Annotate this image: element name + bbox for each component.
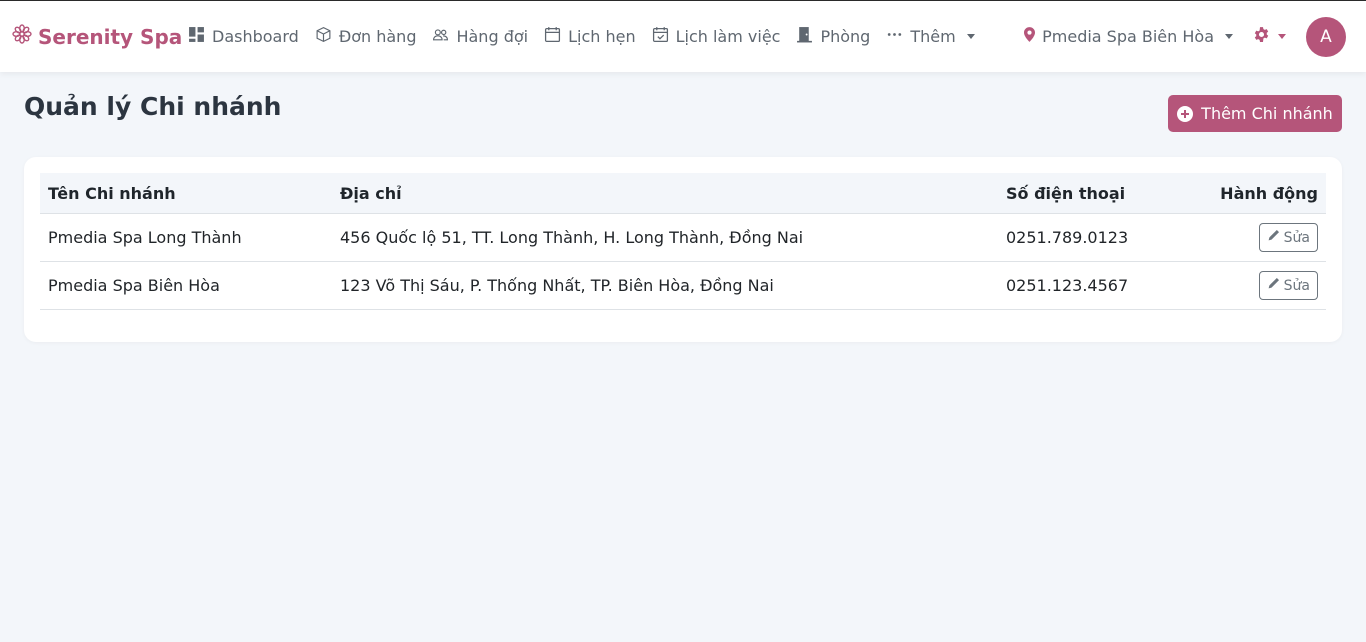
nav-right: Pmedia Spa Biên Hòa A — [1024, 1, 1346, 72]
brand-link[interactable]: Serenity Spa — [12, 1, 182, 72]
nav-label: Phòng — [820, 27, 871, 46]
nav-item-orders[interactable]: Đơn hàng — [315, 26, 417, 47]
brand-name: Serenity Spa — [38, 24, 183, 49]
add-branch-button[interactable]: Thêm Chi nhánh — [1168, 95, 1342, 132]
page-title: Quản lý Chi nhánh — [24, 92, 282, 121]
plus-circle-icon — [1177, 105, 1194, 122]
add-branch-label: Thêm Chi nhánh — [1201, 104, 1333, 123]
location-pin-icon — [1024, 27, 1036, 46]
branch-name-cell: Pmedia Spa Long Thành — [40, 213, 332, 262]
nav-label: Hàng đợi — [456, 27, 529, 46]
edit-button[interactable]: Sửa — [1258, 271, 1318, 300]
calendar-check-icon — [652, 26, 669, 47]
nav-item-more[interactable]: Thêm — [886, 26, 975, 47]
chevron-down-icon — [1278, 34, 1286, 39]
nav-item-rooms[interactable]: Phòng — [796, 26, 870, 47]
header-branch-name: Tên Chi nhánh — [40, 173, 332, 214]
user-avatar[interactable]: A — [1306, 16, 1346, 57]
branch-phone-cell: 0251.123.4567 — [998, 261, 1174, 310]
chevron-down-icon — [966, 34, 975, 39]
dashboard-icon — [188, 26, 205, 47]
door-icon — [796, 26, 813, 47]
branch-actions-cell: Sửa — [1174, 213, 1326, 262]
branch-selector-label: Pmedia Spa Biên Hòa — [1042, 27, 1214, 46]
nav-item-dashboard[interactable]: Dashboard — [188, 26, 299, 47]
nav-item-schedule[interactable]: Lịch làm việc — [652, 26, 781, 47]
header-actions: Hành động — [1174, 173, 1326, 214]
branch-selector[interactable]: Pmedia Spa Biên Hòa — [1024, 27, 1233, 46]
nav-label: Lịch hẹn — [568, 27, 636, 46]
nav-label: Đơn hàng — [338, 27, 417, 46]
people-icon — [432, 26, 449, 47]
edit-button-label: Sửa — [1283, 277, 1310, 294]
branches-card: Tên Chi nhánh Địa chỉ Số điện thoại Hành… — [24, 157, 1342, 342]
branch-address-cell: 123 Võ Thị Sáu, P. Thống Nhất, TP. Biên … — [332, 261, 998, 310]
chevron-down-icon — [1225, 34, 1233, 39]
nav-label: Lịch làm việc — [675, 27, 781, 46]
nav-item-appointments[interactable]: Lịch hẹn — [544, 26, 636, 47]
header-address: Địa chỉ — [332, 173, 998, 214]
nav-label: Thêm — [910, 27, 956, 46]
table-row: Pmedia Spa Biên Hòa 123 Võ Thị Sáu, P. T… — [40, 261, 1326, 310]
nav-item-queue[interactable]: Hàng đợi — [432, 26, 528, 47]
box-icon — [315, 26, 332, 47]
pencil-icon — [1267, 277, 1280, 294]
nav-label: Dashboard — [212, 27, 299, 46]
branches-table: Tên Chi nhánh Địa chỉ Số điện thoại Hành… — [40, 173, 1326, 310]
edit-button[interactable]: Sửa — [1258, 223, 1318, 252]
branch-phone-cell: 0251.789.0123 — [998, 213, 1174, 262]
settings-dropdown[interactable] — [1253, 26, 1286, 47]
table-row: Pmedia Spa Long Thành 456 Quốc lộ 51, TT… — [40, 213, 1326, 262]
top-navbar: Serenity Spa Dashboard Đơn hàng Hàng đợi… — [0, 1, 1366, 72]
dots-icon — [886, 26, 903, 47]
branch-actions-cell: Sửa — [1174, 261, 1326, 310]
main-nav: Dashboard Đơn hàng Hàng đợi Lịch hẹn Lịc… — [188, 1, 991, 72]
branch-address-cell: 456 Quốc lộ 51, TT. Long Thành, H. Long … — [332, 213, 998, 262]
edit-button-label: Sửa — [1283, 229, 1310, 246]
pencil-icon — [1267, 229, 1280, 246]
calendar-icon — [544, 26, 561, 47]
flower-icon — [12, 24, 32, 49]
branch-name-cell: Pmedia Spa Biên Hòa — [40, 261, 332, 310]
header-phone: Số điện thoại — [998, 173, 1174, 214]
gear-icon — [1253, 26, 1270, 47]
table-header-row: Tên Chi nhánh Địa chỉ Số điện thoại Hành… — [40, 173, 1326, 214]
